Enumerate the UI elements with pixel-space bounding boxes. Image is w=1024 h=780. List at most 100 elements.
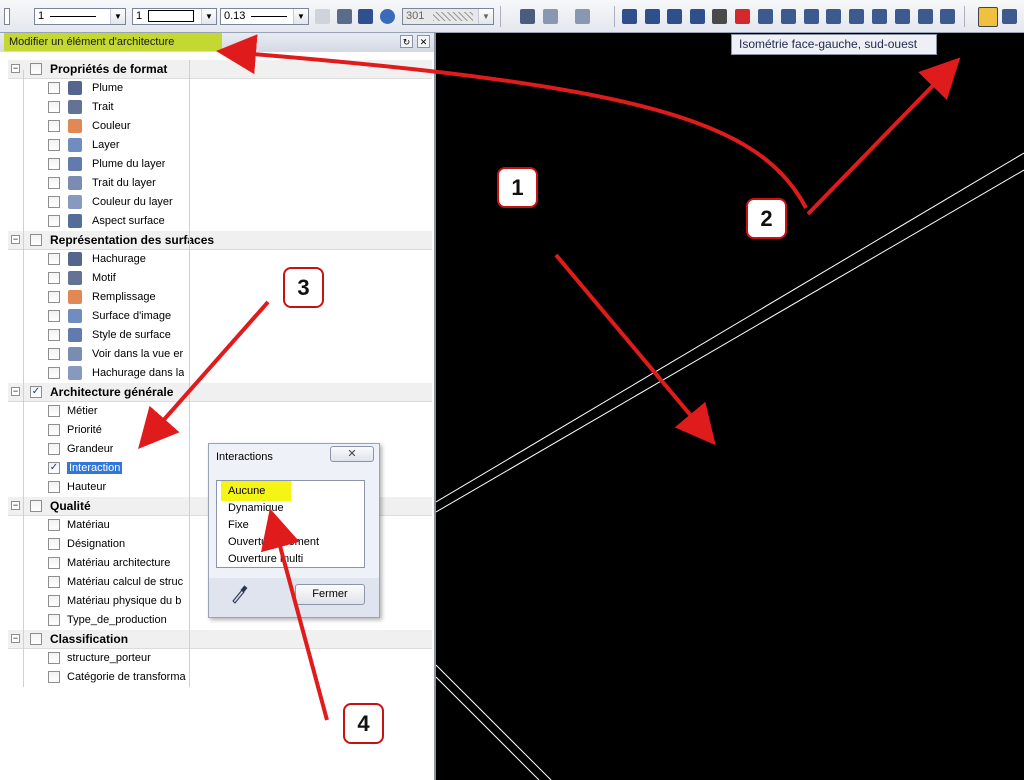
- property-row[interactable]: Catégorie de transforma: [8, 668, 432, 687]
- redo-icon[interactable]: [575, 9, 590, 24]
- level-icon[interactable]: [690, 9, 705, 24]
- collapse-icon[interactable]: −: [11, 501, 20, 510]
- edit-line-icon[interactable]: [849, 9, 864, 24]
- group-row[interactable]: − Représentation des surfaces: [8, 231, 432, 250]
- undo-icon[interactable]: [543, 9, 558, 24]
- property-checkbox[interactable]: [48, 139, 60, 151]
- property-row[interactable]: Layer: [8, 136, 432, 155]
- collapse-icon[interactable]: −: [11, 235, 20, 244]
- property-row[interactable]: Hachurage dans la: [8, 364, 432, 383]
- pen-combo[interactable]: 1 ▼: [34, 8, 126, 25]
- property-checkbox[interactable]: [48, 405, 60, 417]
- property-row[interactable]: Couleur du layer: [8, 193, 432, 212]
- pen-tool-icon[interactable]: [358, 9, 373, 24]
- property-checkbox[interactable]: [48, 671, 60, 683]
- comment-icon[interactable]: [315, 9, 330, 24]
- thickness-combo[interactable]: 0.13 ▼: [220, 8, 309, 25]
- option-ouverture-element[interactable]: Ouverture élément: [228, 536, 319, 548]
- property-row[interactable]: Aspect surface: [8, 212, 432, 231]
- property-row[interactable]: structure_porteur: [8, 649, 432, 668]
- scissors-icon[interactable]: [712, 9, 727, 24]
- property-row[interactable]: Plume: [8, 79, 432, 98]
- property-row[interactable]: Hachurage: [8, 250, 432, 269]
- property-checkbox[interactable]: [48, 253, 60, 265]
- group-checkbox[interactable]: ✓: [30, 386, 42, 398]
- option-fixe[interactable]: Fixe: [228, 519, 249, 531]
- fermer-button[interactable]: Fermer: [295, 584, 365, 605]
- property-checkbox[interactable]: [48, 424, 60, 436]
- option-ouverture-multi[interactable]: Ouverture multi: [228, 553, 303, 565]
- angle-icon[interactable]: [667, 9, 682, 24]
- dialog-close-button[interactable]: ✕: [330, 446, 374, 462]
- line-combo[interactable]: 1 ▼: [132, 8, 217, 25]
- measure-icon[interactable]: [645, 9, 660, 24]
- stairs-icon[interactable]: [940, 9, 955, 24]
- dimension-icon[interactable]: [622, 9, 637, 24]
- group-checkbox[interactable]: [30, 500, 42, 512]
- property-checkbox[interactable]: [48, 557, 60, 569]
- property-checkbox[interactable]: [48, 310, 60, 322]
- property-checkbox[interactable]: [48, 196, 60, 208]
- property-checkbox[interactable]: [48, 177, 60, 189]
- property-row[interactable]: Couleur: [8, 117, 432, 136]
- property-row[interactable]: Trait du layer: [8, 174, 432, 193]
- drawing-canvas[interactable]: [436, 33, 1024, 780]
- property-checkbox[interactable]: [48, 329, 60, 341]
- group-checkbox[interactable]: [30, 63, 42, 75]
- property-checkbox[interactable]: [48, 538, 60, 550]
- hatch-icon[interactable]: [826, 9, 841, 24]
- property-checkbox[interactable]: [48, 481, 60, 493]
- cube-icon[interactable]: [804, 9, 819, 24]
- minus-box-icon[interactable]: [918, 9, 933, 24]
- window-icon[interactable]: [895, 9, 910, 24]
- property-checkbox[interactable]: [48, 120, 60, 132]
- column-icon[interactable]: [872, 9, 887, 24]
- property-row[interactable]: Voir dans la vue er: [8, 345, 432, 364]
- copy-icon[interactable]: [758, 9, 773, 24]
- property-checkbox[interactable]: [48, 215, 60, 227]
- property-checkbox[interactable]: [48, 272, 60, 284]
- property-checkbox[interactable]: [48, 158, 60, 170]
- transform-icon[interactable]: [781, 9, 796, 24]
- property-checkbox[interactable]: [48, 595, 60, 607]
- property-checkbox[interactable]: [48, 443, 60, 455]
- eye-icon[interactable]: [380, 9, 395, 24]
- group-row[interactable]: − Propriétés de format: [8, 60, 432, 79]
- property-checkbox[interactable]: [48, 367, 60, 379]
- property-checkbox[interactable]: [48, 576, 60, 588]
- panel-close-icon[interactable]: ✕: [417, 35, 430, 48]
- property-checkbox[interactable]: [48, 291, 60, 303]
- property-checkbox[interactable]: [48, 82, 60, 94]
- panel-pin-icon[interactable]: ↻: [400, 35, 413, 48]
- property-row[interactable]: Remplissage: [8, 288, 432, 307]
- property-checkbox[interactable]: [48, 348, 60, 360]
- option-aucune[interactable]: Aucune: [228, 485, 265, 497]
- property-row[interactable]: Priorité: [8, 421, 432, 440]
- property-row[interactable]: Surface d'image: [8, 307, 432, 326]
- property-row[interactable]: Style de surface: [8, 326, 432, 345]
- property-row[interactable]: Trait: [8, 98, 432, 117]
- property-row[interactable]: Plume du layer: [8, 155, 432, 174]
- collapse-icon[interactable]: −: [11, 387, 20, 396]
- property-row[interactable]: Métier: [8, 402, 432, 421]
- layer-combo[interactable]: 301 ▼: [402, 8, 494, 25]
- group-row[interactable]: − Classification: [8, 630, 432, 649]
- property-checkbox[interactable]: [48, 652, 60, 664]
- perspective-icon[interactable]: [1002, 9, 1017, 24]
- group-checkbox[interactable]: [30, 633, 42, 645]
- collapse-icon[interactable]: −: [11, 64, 20, 73]
- brush-icon[interactable]: [337, 9, 352, 24]
- isometric-view-icon[interactable]: [978, 7, 998, 27]
- property-checkbox[interactable]: [48, 614, 60, 626]
- property-checkbox[interactable]: [48, 519, 60, 531]
- option-dynamique[interactable]: Dynamique: [228, 502, 284, 514]
- group-row[interactable]: − ✓ Architecture générale: [8, 383, 432, 402]
- group-checkbox[interactable]: [30, 234, 42, 246]
- property-row[interactable]: Motif: [8, 269, 432, 288]
- toolbar-left-dropdown[interactable]: [4, 8, 10, 25]
- property-checkbox[interactable]: [48, 101, 60, 113]
- eyedropper-icon[interactable]: [520, 9, 535, 24]
- collapse-icon[interactable]: −: [11, 634, 20, 643]
- eraser-icon[interactable]: [735, 9, 750, 24]
- property-checkbox[interactable]: ✓: [48, 462, 60, 474]
